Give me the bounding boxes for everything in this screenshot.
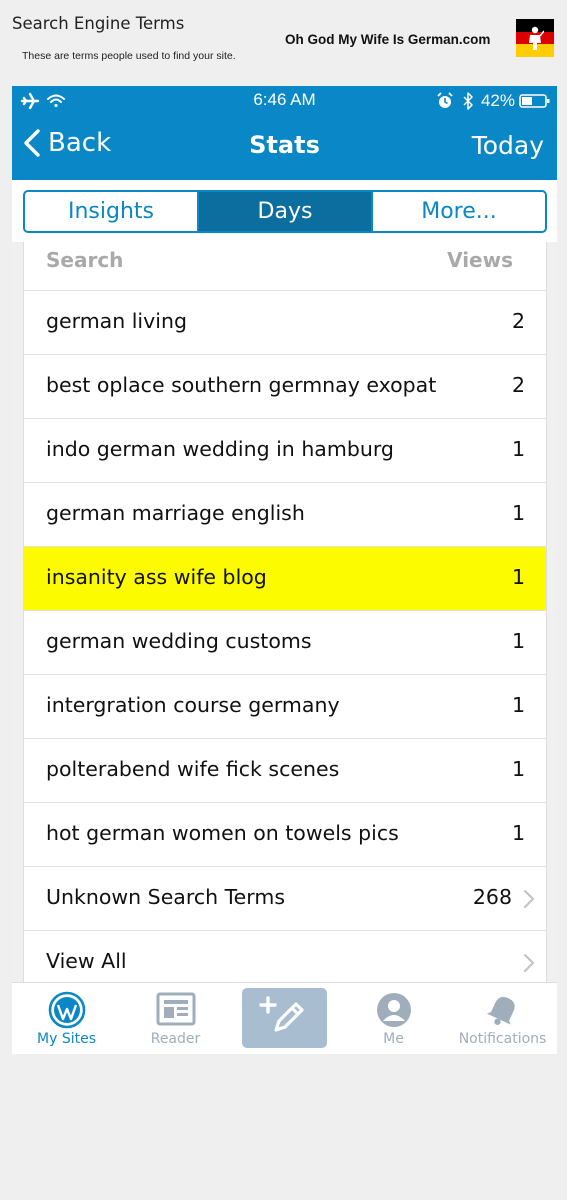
tab-bar: My Sites Reader Me Notifications xyxy=(12,982,557,1054)
status-right-icons: 42% xyxy=(437,91,551,111)
nav-bar: Back Stats Today xyxy=(12,114,557,180)
bell-icon xyxy=(486,996,515,1025)
tab-more[interactable]: More... xyxy=(373,192,545,231)
row-term: german living xyxy=(46,309,187,333)
header-search: Search xyxy=(46,248,124,272)
bluetooth-icon xyxy=(463,92,473,110)
alarm-icon xyxy=(437,92,453,108)
row-term: german wedding customs xyxy=(46,629,312,653)
segmented-control: Insights Days More... xyxy=(23,190,547,233)
site-name: Oh God My Wife Is German.com xyxy=(285,32,491,47)
row-term: hot german women on towels pics xyxy=(46,821,399,845)
table-row[interactable]: german marriage english 1 xyxy=(24,483,546,547)
table-row[interactable]: hot german women on towels pics 1 xyxy=(24,803,546,867)
tab-label: Me xyxy=(383,1031,404,1047)
write-post-button[interactable] xyxy=(242,988,327,1048)
row-views: 1 xyxy=(511,629,525,653)
today-button[interactable]: Today xyxy=(472,131,544,160)
new-post-icon xyxy=(259,996,304,1032)
table-row-highlighted[interactable]: insanity ass wife blog 1 xyxy=(24,547,546,611)
table-header: Search Views xyxy=(24,242,546,291)
tab-label: My Sites xyxy=(37,1031,96,1047)
search-terms-table: Search Views german living 2 best oplace… xyxy=(23,242,547,995)
table-row[interactable]: best oplace southern germnay exopat 2 xyxy=(24,355,546,419)
tab-label: Reader xyxy=(150,1031,201,1047)
table-area: Search Views german living 2 best oplace… xyxy=(12,242,557,995)
unknown-search-terms-row[interactable]: Unknown Search Terms 268 xyxy=(24,867,546,931)
battery-icon xyxy=(519,94,550,108)
table-row[interactable]: german wedding customs 1 xyxy=(24,611,546,675)
row-views: 2 xyxy=(511,309,525,333)
tab-reader[interactable]: Reader xyxy=(121,983,230,1054)
chevron-right-icon xyxy=(523,953,535,973)
tab-label: Notifications xyxy=(458,1031,547,1047)
chevron-right-icon xyxy=(523,889,535,909)
row-term: indo german wedding in hamburg xyxy=(46,437,394,461)
row-views: 1 xyxy=(511,565,525,589)
row-views: 1 xyxy=(511,693,525,717)
battery-percent: 42% xyxy=(480,91,515,110)
row-views: 1 xyxy=(511,501,525,525)
row-views: 1 xyxy=(511,757,525,781)
row-views: 2 xyxy=(511,373,525,397)
table-row[interactable]: polterabend wife fick scenes 1 xyxy=(24,739,546,803)
tab-days[interactable]: Days xyxy=(199,192,373,231)
caption-title: Search Engine Terms xyxy=(12,14,185,33)
table-row[interactable]: intergration course germany 1 xyxy=(24,675,546,739)
row-term: best oplace southern germnay exopat xyxy=(46,373,437,397)
row-term: insanity ass wife blog xyxy=(46,565,267,589)
phone-screen: 6:46 AM 42% Back Stats Today Insights Da… xyxy=(12,86,557,1054)
row-views: 1 xyxy=(511,821,525,845)
app-header: 6:46 AM 42% Back Stats Today xyxy=(12,86,557,180)
table-row[interactable]: indo german wedding in hamburg 1 xyxy=(24,419,546,483)
unknown-count: 268 xyxy=(472,885,512,909)
tab-my-sites[interactable]: My Sites xyxy=(12,983,121,1054)
german-flag-logo xyxy=(516,19,554,57)
tab-notifications[interactable]: Notifications xyxy=(448,983,557,1054)
segment-bar: Insights Days More... xyxy=(12,180,557,242)
row-term: german marriage english xyxy=(46,501,305,525)
header-views: Views xyxy=(447,248,513,272)
tab-me[interactable]: Me xyxy=(339,983,448,1054)
status-bar: 6:46 AM 42% xyxy=(12,86,557,114)
row-views: 1 xyxy=(511,437,525,461)
tab-insights[interactable]: Insights xyxy=(25,192,199,231)
unknown-label: Unknown Search Terms xyxy=(46,885,285,909)
view-all-label: View All xyxy=(46,949,127,973)
profile-icon xyxy=(376,993,411,1027)
reader-icon xyxy=(156,992,195,1026)
row-term: intergration course germany xyxy=(46,693,340,717)
table-row[interactable]: german living 2 xyxy=(24,291,546,355)
wordpress-icon xyxy=(48,991,85,1029)
row-term: polterabend wife fick scenes xyxy=(46,757,340,781)
caption-band: Search Engine Terms These are terms peop… xyxy=(0,0,567,86)
caption-subtitle: These are terms people used to find your… xyxy=(22,50,236,62)
